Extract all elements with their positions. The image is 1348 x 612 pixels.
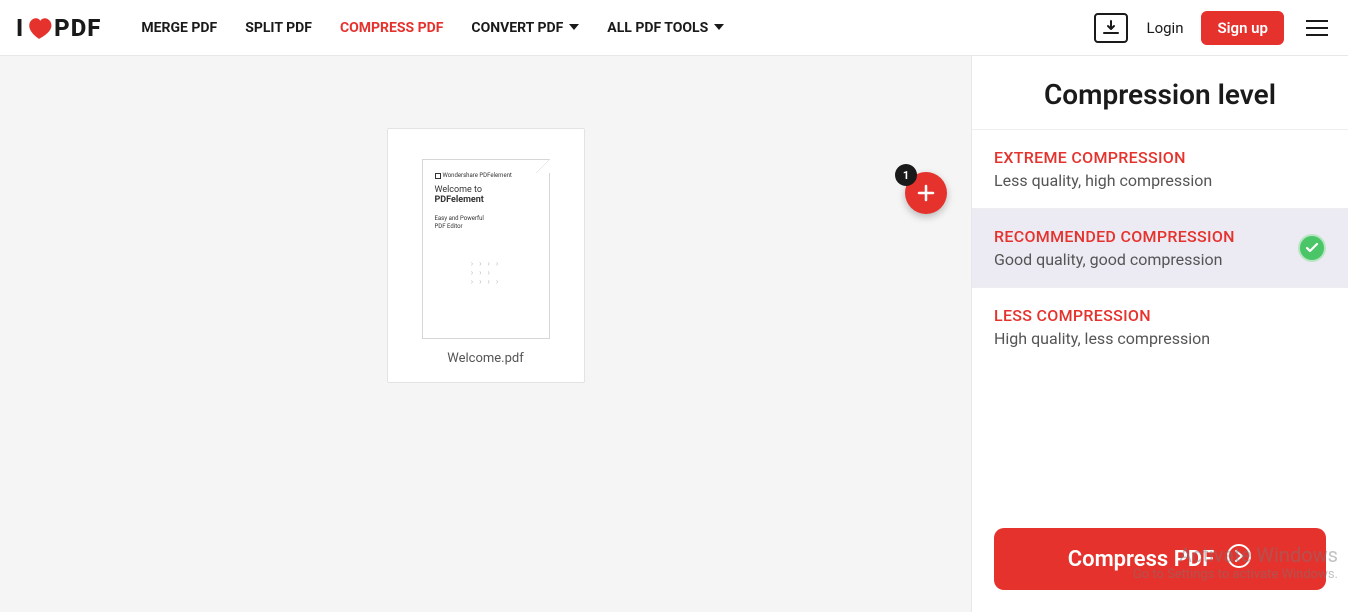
caret-down-icon xyxy=(714,20,724,36)
thumb-brand: Wondershare PDFelement xyxy=(435,172,537,179)
option-less[interactable]: LESS COMPRESSION High quality, less comp… xyxy=(972,287,1348,366)
option-recommended[interactable]: RECOMMENDED COMPRESSION Good quality, go… xyxy=(972,208,1348,287)
login-link[interactable]: Login xyxy=(1146,19,1183,37)
option-subtitle: High quality, less compression xyxy=(994,329,1326,348)
option-title: RECOMMENDED COMPRESSION xyxy=(994,227,1298,246)
sidebar-title: Compression level xyxy=(972,56,1348,129)
thumb-decoration: › › › ›› › ›› › › › xyxy=(471,259,501,286)
nav: MERGE PDF SPLIT PDF COMPRESS PDF CONVERT… xyxy=(141,20,724,36)
option-subtitle: Less quality, high compression xyxy=(994,171,1326,190)
file-card[interactable]: Wondershare PDFelement Welcome to PDFele… xyxy=(387,128,585,383)
thumb-title-line2: PDFelement xyxy=(435,195,537,205)
signup-button[interactable]: Sign up xyxy=(1201,11,1284,45)
nav-merge[interactable]: MERGE PDF xyxy=(141,20,217,36)
option-title: EXTREME COMPRESSION xyxy=(994,148,1326,167)
option-subtitle: Good quality, good compression xyxy=(994,250,1298,269)
arrow-right-circle-icon xyxy=(1226,543,1252,575)
check-icon xyxy=(1298,234,1326,262)
header-right: Login Sign up xyxy=(1094,11,1332,45)
heart-icon xyxy=(26,16,52,40)
logo-text-left: I xyxy=(16,14,24,42)
header: I PDF MERGE PDF SPLIT PDF COMPRESS PDF C… xyxy=(0,0,1348,56)
sidebar: Compression level EXTREME COMPRESSION Le… xyxy=(971,56,1348,612)
logo[interactable]: I PDF xyxy=(16,14,101,42)
main: Wondershare PDFelement Welcome to PDFele… xyxy=(0,56,1348,612)
caret-down-icon xyxy=(569,20,579,36)
menu-icon[interactable] xyxy=(1302,16,1332,40)
plus-icon xyxy=(916,183,936,203)
thumb-subtitle: Easy and Powerful PDF Editor xyxy=(435,215,537,231)
compress-button[interactable]: Compress PDF xyxy=(994,528,1326,590)
workspace: Wondershare PDFelement Welcome to PDFele… xyxy=(0,56,971,612)
file-count-badge: 1 xyxy=(895,164,917,186)
file-name: Welcome.pdf xyxy=(447,351,523,366)
download-desktop-button[interactable] xyxy=(1094,13,1128,43)
option-title: LESS COMPRESSION xyxy=(994,306,1326,325)
download-icon xyxy=(1102,19,1120,37)
nav-convert[interactable]: CONVERT PDF xyxy=(471,20,579,36)
logo-text-right: PDF xyxy=(54,14,101,42)
nav-all-tools[interactable]: ALL PDF TOOLS xyxy=(607,20,724,36)
file-thumbnail: Wondershare PDFelement Welcome to PDFele… xyxy=(422,159,550,339)
add-file-button[interactable]: 1 xyxy=(905,172,947,214)
thumb-title-line1: Welcome to xyxy=(435,185,537,195)
option-extreme[interactable]: EXTREME COMPRESSION Less quality, high c… xyxy=(972,129,1348,208)
nav-compress[interactable]: COMPRESS PDF xyxy=(340,20,443,36)
nav-split[interactable]: SPLIT PDF xyxy=(245,20,312,36)
compress-button-label: Compress PDF xyxy=(1068,547,1215,572)
